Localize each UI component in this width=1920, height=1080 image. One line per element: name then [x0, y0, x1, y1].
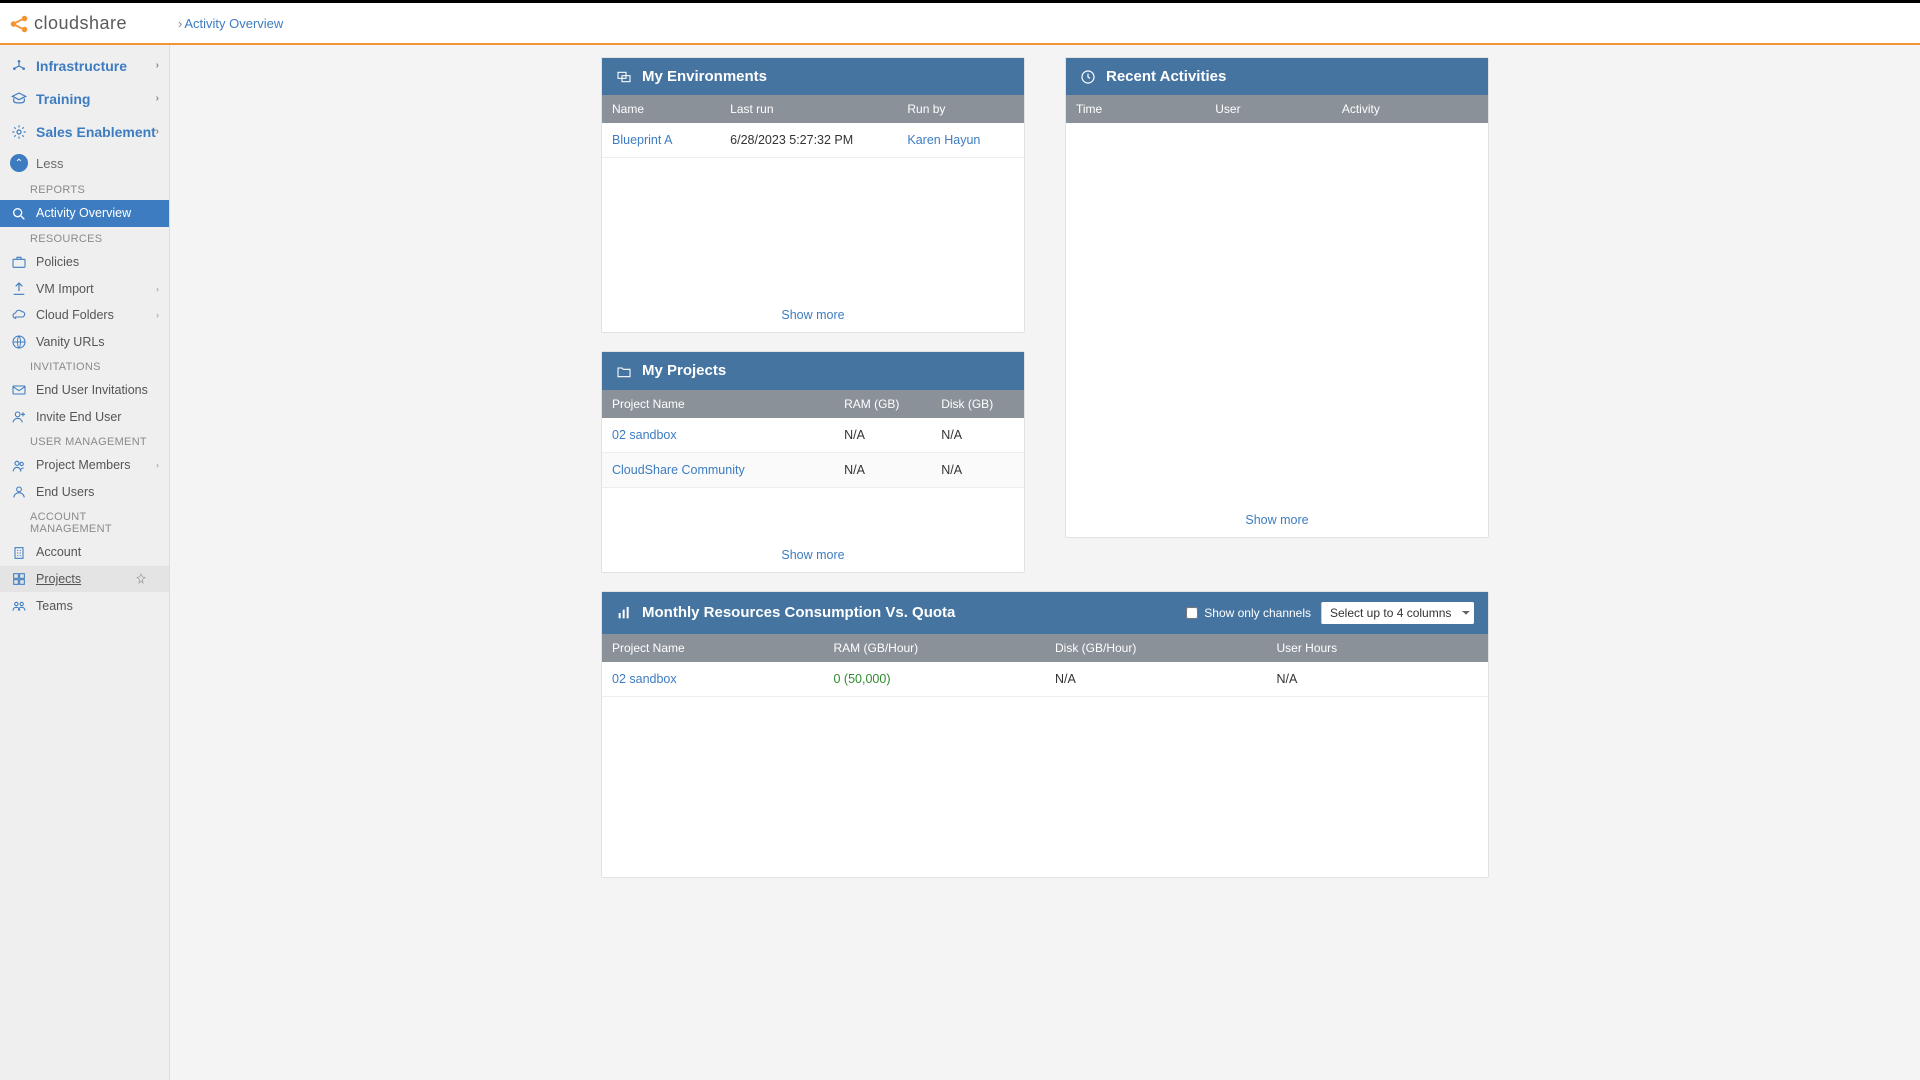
clock-icon	[1080, 68, 1096, 85]
table-row[interactable]: Blueprint A 6/28/2023 5:27:32 PM Karen H…	[602, 123, 1024, 158]
upload-icon	[10, 280, 28, 297]
logo-text: cloudshare	[34, 13, 127, 34]
panel-my-projects: My Projects Project Name RAM (GB) Disk (…	[601, 351, 1025, 572]
nav-vm-import[interactable]: VM Import ›	[0, 275, 169, 302]
show-more-link[interactable]: Show more	[602, 298, 1024, 332]
nav-teams[interactable]: Teams	[0, 592, 169, 619]
table-row[interactable]: CloudShare Community N/A N/A	[602, 452, 1024, 487]
show-channels-toggle[interactable]: Show only channels	[1186, 606, 1311, 620]
logo-icon	[8, 10, 30, 36]
panel-title: Recent Activities	[1106, 68, 1226, 85]
projects-table: Project Name RAM (GB) Disk (GB) 02 sandb…	[602, 390, 1024, 488]
consumption-table: Project Name RAM (GB/Hour) Disk (GB/Hour…	[602, 634, 1488, 697]
table-row[interactable]: 02 sandbox N/A N/A	[602, 418, 1024, 453]
folder-icon	[616, 362, 632, 379]
nav-invite-end-user[interactable]: Invite End User	[0, 403, 169, 430]
nav-policies[interactable]: Policies	[0, 249, 169, 276]
section-user-mgmt: USER MANAGEMENT	[0, 430, 169, 452]
section-invitations: INVITATIONS	[0, 355, 169, 377]
user-icon	[10, 484, 28, 501]
nav-projects[interactable]: Projects	[0, 566, 169, 593]
show-more-link[interactable]: Show more	[1066, 503, 1488, 537]
panel-title: My Projects	[642, 362, 726, 379]
mail-icon	[10, 382, 28, 399]
show-more-link[interactable]: Show more	[602, 538, 1024, 572]
panel-my-environments: My Environments Name Last run Run by Blu…	[601, 57, 1025, 333]
chevron-right-icon: ›	[156, 60, 159, 71]
table-row[interactable]: 02 sandbox 0 (50,000) N/A N/A	[602, 662, 1488, 697]
team-icon	[10, 597, 28, 614]
users-icon	[10, 457, 28, 474]
nav-less-toggle[interactable]: ⌃ Less	[0, 148, 169, 178]
nav-sales-enablement[interactable]: Sales Enablement ›	[0, 115, 169, 148]
nav-cloud-folders[interactable]: Cloud Folders ›	[0, 302, 169, 329]
environments-table: Name Last run Run by Blueprint A 6/28/20…	[602, 95, 1024, 158]
chevron-right-icon: ›	[156, 310, 159, 320]
nav-training[interactable]: Training ›	[0, 82, 169, 115]
main-content: My Environments Name Last run Run by Blu…	[170, 45, 1920, 1080]
breadcrumb[interactable]: ›Activity Overview	[170, 16, 283, 31]
globe-icon	[10, 333, 28, 350]
graduation-icon	[10, 90, 28, 107]
grid-icon	[10, 571, 28, 588]
activities-table: Time User Activity	[1066, 95, 1488, 123]
panel-consumption: Monthly Resources Consumption Vs. Quota …	[601, 591, 1489, 878]
section-account-mgmt: ACCOUNT MANAGEMENT	[0, 505, 169, 539]
screens-icon	[616, 68, 632, 85]
cloud-icon	[10, 307, 28, 324]
nav-infrastructure[interactable]: Infrastructure ›	[0, 49, 169, 82]
nav-end-user-invitations[interactable]: End User Invitations	[0, 377, 169, 404]
sidebar: Infrastructure › Training › Sales Enable…	[0, 45, 170, 1080]
user-plus-icon	[10, 408, 28, 425]
nav-project-members[interactable]: Project Members ›	[0, 452, 169, 479]
pin-icon	[135, 573, 147, 585]
panel-title: Monthly Resources Consumption Vs. Quota	[642, 604, 955, 621]
gear-icon	[10, 123, 28, 140]
section-reports: REPORTS	[0, 178, 169, 200]
building-icon	[10, 544, 28, 561]
section-resources: RESOURCES	[0, 227, 169, 249]
chart-icon	[616, 604, 632, 621]
show-channels-checkbox[interactable]	[1186, 607, 1198, 619]
panel-title: My Environments	[642, 68, 767, 85]
chevron-right-icon: ›	[156, 126, 159, 137]
chevron-right-icon: ›	[156, 284, 159, 294]
nav-vanity-urls[interactable]: Vanity URLs	[0, 328, 169, 355]
nav-activity-overview[interactable]: Activity Overview	[0, 200, 169, 227]
nav-end-users[interactable]: End Users	[0, 479, 169, 506]
network-icon	[10, 57, 28, 74]
logo[interactable]: cloudshare	[0, 10, 170, 36]
chevron-right-icon: ›	[156, 93, 159, 104]
search-icon	[10, 205, 28, 222]
chevron-right-icon: ›	[156, 460, 159, 470]
header: cloudshare ›Activity Overview	[0, 3, 1920, 45]
nav-account[interactable]: Account	[0, 539, 169, 566]
briefcase-icon	[10, 254, 28, 271]
columns-select[interactable]: Select up to 4 columns	[1321, 602, 1474, 624]
collapse-up-icon: ⌃	[10, 154, 28, 172]
panel-recent-activities: Recent Activities Time User Activity Sho…	[1065, 57, 1489, 538]
